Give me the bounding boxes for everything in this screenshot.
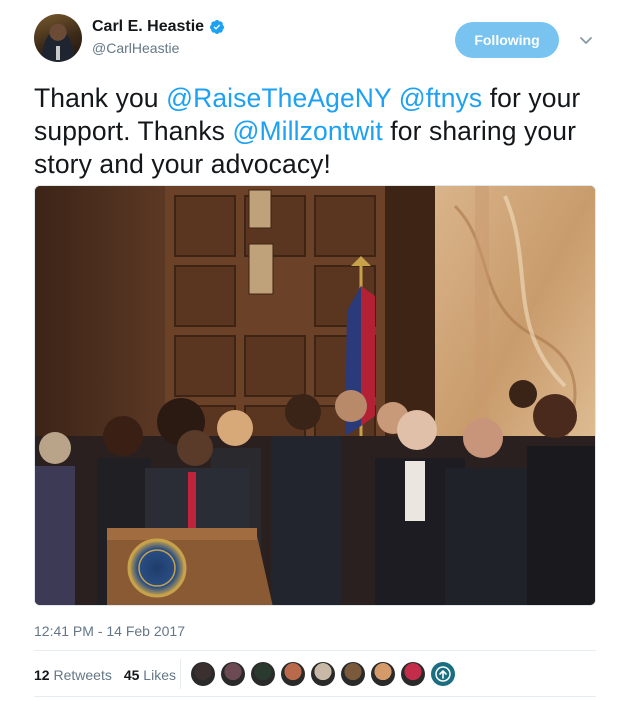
tweet-text: Thank you @RaiseTheAgeNY @ftnys for your… — [34, 82, 604, 181]
more-likes-arrow-icon[interactable] — [431, 662, 455, 686]
tweet-photo[interactable] — [34, 185, 596, 606]
liker-avatar[interactable] — [311, 662, 335, 686]
tweet-text-segment — [391, 83, 398, 113]
chevron-down-icon[interactable] — [578, 32, 594, 48]
liker-avatar[interactable] — [371, 662, 395, 686]
liker-avatar[interactable] — [251, 662, 275, 686]
mention-link[interactable]: @ftnys — [399, 83, 482, 113]
liker-avatar[interactable] — [401, 662, 425, 686]
liker-avatar[interactable] — [221, 662, 245, 686]
retweets-label: Retweets — [53, 667, 112, 683]
liker-avatar[interactable] — [191, 662, 215, 686]
photo-illustration — [35, 186, 595, 605]
engagement-stats: 12 Retweets 45 Likes — [34, 667, 176, 683]
following-button[interactable]: Following — [455, 22, 559, 58]
author-name-row: Carl E. Heastie — [92, 18, 225, 36]
liker-avatar[interactable] — [341, 662, 365, 686]
liker-avatar[interactable] — [281, 662, 305, 686]
author-block: Carl E. Heastie @CarlHeastie — [92, 18, 225, 56]
mention-link[interactable]: @RaiseTheAgeNY — [166, 83, 391, 113]
verified-badge-icon — [210, 20, 225, 34]
liker-avatars — [191, 662, 455, 686]
author-handle[interactable]: @CarlHeastie — [92, 40, 225, 56]
divider — [34, 696, 596, 697]
likes-count: 45 — [123, 667, 140, 683]
likes-stat[interactable]: 45 Likes — [124, 667, 176, 683]
tweet-card: Carl E. Heastie @CarlHeastie Following T… — [0, 0, 623, 701]
author-avatar[interactable] — [34, 14, 82, 62]
mention-link[interactable]: @Millzontwit — [233, 116, 383, 146]
stats-separator — [180, 659, 181, 689]
tweet-timestamp[interactable]: 12:41 PM - 14 Feb 2017 — [34, 623, 185, 639]
divider — [34, 650, 596, 651]
retweets-stat[interactable]: 12 Retweets — [34, 667, 112, 683]
author-display-name[interactable]: Carl E. Heastie — [92, 18, 204, 36]
retweets-count: 12 — [34, 667, 50, 683]
tweet-text-segment: Thank you — [34, 83, 167, 113]
likes-label: Likes — [143, 667, 176, 683]
